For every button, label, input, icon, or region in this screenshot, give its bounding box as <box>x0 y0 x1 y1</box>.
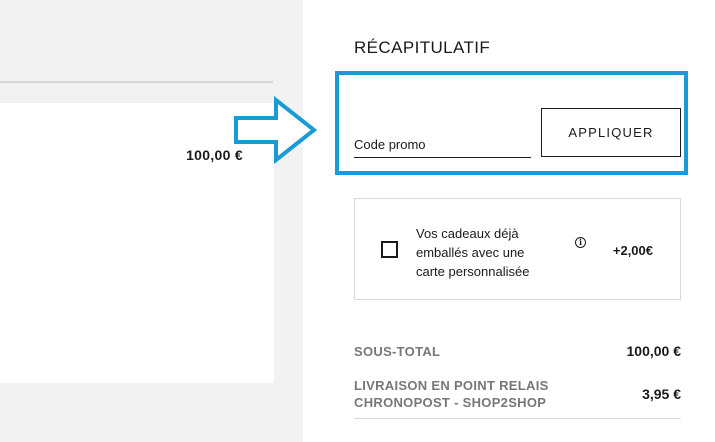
gift-wrap-price: +2,00€ <box>612 243 653 258</box>
subtotal-row: SOUS-TOTAL 100,00 € <box>354 343 681 363</box>
subtotal-value: 100,00 € <box>626 343 682 359</box>
summary-divider <box>354 418 681 419</box>
arrow-right-icon <box>234 95 318 165</box>
apply-promo-button[interactable]: APPLIQUER <box>541 108 681 157</box>
gift-wrap-option[interactable]: Vos cadeaux déjà emballés avec une carte… <box>354 198 681 300</box>
summary-title: RÉCAPITULATIF <box>354 38 491 57</box>
gift-wrap-checkbox[interactable] <box>381 241 398 258</box>
shipping-row: LIVRAISON EN POINT RELAIS CHRONOPOST - S… <box>354 377 681 411</box>
shipping-value: 3,95 € <box>642 386 681 402</box>
promo-code-input[interactable] <box>354 120 531 157</box>
info-icon[interactable]: i <box>575 237 586 248</box>
gift-wrap-label: Vos cadeaux déjà emballés avec une carte… <box>416 226 530 279</box>
subtotal-label: SOUS-TOTAL <box>354 344 441 359</box>
shipping-label: LIVRAISON EN POINT RELAIS CHRONOPOST - S… <box>354 378 549 410</box>
cart-divider <box>0 81 273 83</box>
promo-code-field[interactable] <box>354 120 531 158</box>
